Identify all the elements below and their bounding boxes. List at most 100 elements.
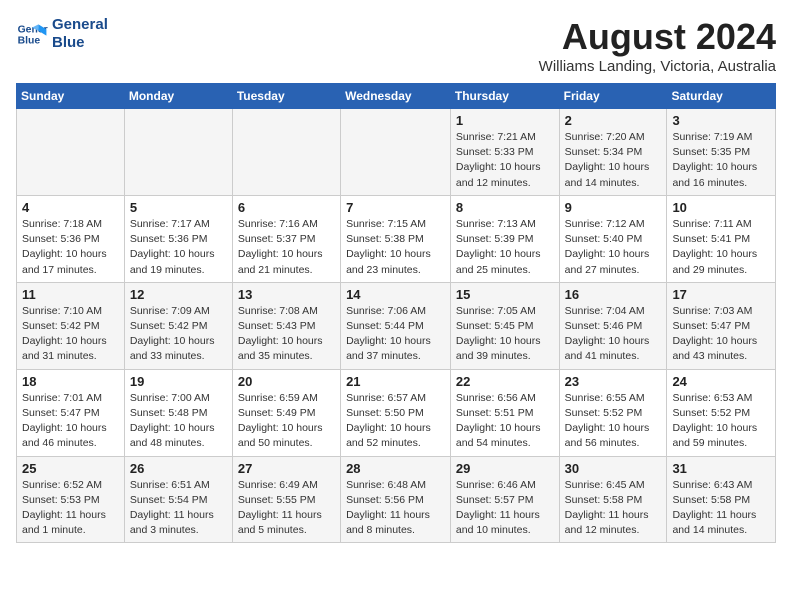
location-title: Williams Landing, Victoria, Australia [539, 58, 776, 75]
day-number: 17 [672, 287, 770, 302]
week-row-3: 11Sunrise: 7:10 AM Sunset: 5:42 PM Dayli… [17, 282, 776, 369]
day-cell [17, 109, 125, 196]
day-number: 24 [672, 374, 770, 389]
day-number: 12 [130, 287, 227, 302]
day-number: 25 [22, 461, 119, 476]
day-number: 11 [22, 287, 119, 302]
day-cell: 14 Sunrise: 7:06 AM Sunset: 5:44 PM Dayli… [341, 282, 451, 369]
day-cell: 26 Sunrise: 6:51 AM Sunset: 5:54 PM Dayli… [124, 456, 232, 543]
day-number: 7 [346, 200, 445, 215]
day-cell: 30 Sunrise: 6:45 AM Sunset: 5:58 PM Dayli… [559, 456, 667, 543]
weekday-header-sunday: Sunday [17, 84, 125, 109]
logo-text: General Blue [52, 16, 108, 52]
day-info: Sunrise: 6:43 AM Sunset: 5:58 PM Dayligh… [672, 478, 770, 539]
day-info: Sunrise: 7:04 AM Sunset: 5:46 PM Dayligh… [565, 304, 662, 365]
weekday-header-thursday: Thursday [450, 84, 559, 109]
day-number: 22 [456, 374, 554, 389]
day-number: 1 [456, 113, 554, 128]
day-number: 18 [22, 374, 119, 389]
day-cell: 29 Sunrise: 6:46 AM Sunset: 5:57 PM Dayli… [450, 456, 559, 543]
day-info: Sunrise: 6:59 AM Sunset: 5:49 PM Dayligh… [238, 391, 335, 452]
day-number: 30 [565, 461, 662, 476]
day-number: 3 [672, 113, 770, 128]
day-info: Sunrise: 7:18 AM Sunset: 5:36 PM Dayligh… [22, 217, 119, 278]
day-number: 4 [22, 200, 119, 215]
day-info: Sunrise: 7:09 AM Sunset: 5:42 PM Dayligh… [130, 304, 227, 365]
day-info: Sunrise: 6:52 AM Sunset: 5:53 PM Dayligh… [22, 478, 119, 539]
day-info: Sunrise: 7:08 AM Sunset: 5:43 PM Dayligh… [238, 304, 335, 365]
day-number: 2 [565, 113, 662, 128]
day-cell: 19Sunrise: 7:00 AM Sunset: 5:48 PM Dayli… [124, 369, 232, 456]
week-row-2: 4 Sunrise: 7:18 AM Sunset: 5:36 PM Daylig… [17, 195, 776, 282]
day-number: 15 [456, 287, 554, 302]
month-title: August 2024 [539, 16, 776, 58]
day-info: Sunrise: 7:05 AM Sunset: 5:45 PM Dayligh… [456, 304, 554, 365]
weekday-header-wednesday: Wednesday [341, 84, 451, 109]
calendar-table: SundayMondayTuesdayWednesdayThursdayFrid… [16, 83, 776, 543]
svg-text:Blue: Blue [18, 36, 41, 47]
day-cell: 15 Sunrise: 7:05 AM Sunset: 5:45 PM Dayli… [450, 282, 559, 369]
day-cell: 11Sunrise: 7:10 AM Sunset: 5:42 PM Dayli… [17, 282, 125, 369]
day-info: Sunrise: 7:21 AM Sunset: 5:33 PM Dayligh… [456, 130, 554, 191]
day-number: 14 [346, 287, 445, 302]
day-number: 27 [238, 461, 335, 476]
day-cell: 13 Sunrise: 7:08 AM Sunset: 5:43 PM Dayli… [232, 282, 340, 369]
day-info: Sunrise: 7:16 AM Sunset: 5:37 PM Dayligh… [238, 217, 335, 278]
day-number: 13 [238, 287, 335, 302]
day-info: Sunrise: 6:57 AM Sunset: 5:50 PM Dayligh… [346, 391, 445, 452]
day-number: 8 [456, 200, 554, 215]
day-cell [341, 109, 451, 196]
day-cell [124, 109, 232, 196]
day-cell: 22 Sunrise: 6:56 AM Sunset: 5:51 PM Dayli… [450, 369, 559, 456]
day-cell: 27 Sunrise: 6:49 AM Sunset: 5:55 PM Dayli… [232, 456, 340, 543]
day-cell: 12 Sunrise: 7:09 AM Sunset: 5:42 PM Dayli… [124, 282, 232, 369]
day-info: Sunrise: 6:48 AM Sunset: 5:56 PM Dayligh… [346, 478, 445, 539]
day-info: Sunrise: 7:01 AM Sunset: 5:47 PM Dayligh… [22, 391, 119, 452]
day-number: 16 [565, 287, 662, 302]
day-info: Sunrise: 7:19 AM Sunset: 5:35 PM Dayligh… [672, 130, 770, 191]
weekday-header-tuesday: Tuesday [232, 84, 340, 109]
day-info: Sunrise: 7:03 AM Sunset: 5:47 PM Dayligh… [672, 304, 770, 365]
day-info: Sunrise: 7:12 AM Sunset: 5:40 PM Dayligh… [565, 217, 662, 278]
day-number: 29 [456, 461, 554, 476]
day-info: Sunrise: 7:17 AM Sunset: 5:36 PM Dayligh… [130, 217, 227, 278]
day-number: 21 [346, 374, 445, 389]
day-cell: 17 Sunrise: 7:03 AM Sunset: 5:47 PM Dayli… [667, 282, 776, 369]
day-cell: 28Sunrise: 6:48 AM Sunset: 5:56 PM Dayli… [341, 456, 451, 543]
day-info: Sunrise: 6:45 AM Sunset: 5:58 PM Dayligh… [565, 478, 662, 539]
day-info: Sunrise: 7:00 AM Sunset: 5:48 PM Dayligh… [130, 391, 227, 452]
day-info: Sunrise: 6:53 AM Sunset: 5:52 PM Dayligh… [672, 391, 770, 452]
day-info: Sunrise: 7:15 AM Sunset: 5:38 PM Dayligh… [346, 217, 445, 278]
weekday-header-monday: Monday [124, 84, 232, 109]
day-cell: 31Sunrise: 6:43 AM Sunset: 5:58 PM Dayli… [667, 456, 776, 543]
logo: General Blue General Blue [16, 16, 108, 52]
day-cell: 21 Sunrise: 6:57 AM Sunset: 5:50 PM Dayli… [341, 369, 451, 456]
day-cell: 9Sunrise: 7:12 AM Sunset: 5:40 PM Daylig… [559, 195, 667, 282]
day-cell: 20Sunrise: 6:59 AM Sunset: 5:49 PM Dayli… [232, 369, 340, 456]
day-cell: 16 Sunrise: 7:04 AM Sunset: 5:46 PM Dayli… [559, 282, 667, 369]
day-cell: 5 Sunrise: 7:17 AM Sunset: 5:36 PM Daylig… [124, 195, 232, 282]
day-cell: 18 Sunrise: 7:01 AM Sunset: 5:47 PM Dayli… [17, 369, 125, 456]
day-info: Sunrise: 7:11 AM Sunset: 5:41 PM Dayligh… [672, 217, 770, 278]
day-number: 10 [672, 200, 770, 215]
day-cell: 1 Sunrise: 7:21 AM Sunset: 5:33 PM Daylig… [450, 109, 559, 196]
day-number: 6 [238, 200, 335, 215]
day-info: Sunrise: 6:56 AM Sunset: 5:51 PM Dayligh… [456, 391, 554, 452]
day-number: 23 [565, 374, 662, 389]
day-number: 5 [130, 200, 227, 215]
day-info: Sunrise: 6:46 AM Sunset: 5:57 PM Dayligh… [456, 478, 554, 539]
page-header: General Blue General Blue August 2024 Wi… [16, 16, 776, 75]
day-cell: 23 Sunrise: 6:55 AM Sunset: 5:52 PM Dayli… [559, 369, 667, 456]
day-number: 26 [130, 461, 227, 476]
day-cell: 25 Sunrise: 6:52 AM Sunset: 5:53 PM Dayli… [17, 456, 125, 543]
day-cell: 7 Sunrise: 7:15 AM Sunset: 5:38 PM Daylig… [341, 195, 451, 282]
logo-icon: General Blue [16, 18, 48, 50]
day-cell [232, 109, 340, 196]
day-info: Sunrise: 6:55 AM Sunset: 5:52 PM Dayligh… [565, 391, 662, 452]
day-info: Sunrise: 6:49 AM Sunset: 5:55 PM Dayligh… [238, 478, 335, 539]
day-info: Sunrise: 7:20 AM Sunset: 5:34 PM Dayligh… [565, 130, 662, 191]
day-info: Sunrise: 6:51 AM Sunset: 5:54 PM Dayligh… [130, 478, 227, 539]
day-info: Sunrise: 7:06 AM Sunset: 5:44 PM Dayligh… [346, 304, 445, 365]
day-cell: 6 Sunrise: 7:16 AM Sunset: 5:37 PM Daylig… [232, 195, 340, 282]
weekday-header-friday: Friday [559, 84, 667, 109]
